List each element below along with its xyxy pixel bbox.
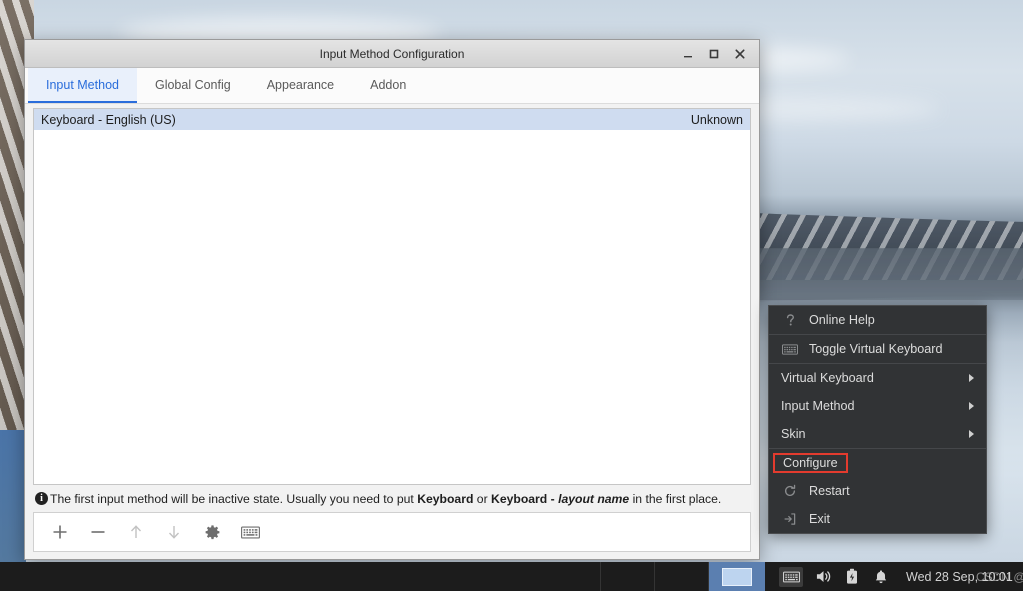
volume-tray-icon[interactable]: [814, 568, 832, 586]
task-cell[interactable]: [601, 562, 655, 591]
task-cell[interactable]: [547, 562, 601, 591]
hint-bold-keyboard: Keyboard: [417, 491, 474, 506]
tab-bar[interactable]: Input Method Global Config Appearance Ad…: [25, 68, 759, 104]
move-up-button[interactable]: [124, 520, 148, 544]
system-tray[interactable]: [779, 566, 890, 587]
notification-bell-icon[interactable]: [872, 568, 890, 586]
remove-input-method-button[interactable]: [86, 520, 110, 544]
arrow-down-icon: [164, 522, 184, 542]
virtual-keyboard-button[interactable]: [238, 520, 262, 544]
task-button-area[interactable]: [547, 562, 765, 591]
hint-text: i The first input method will be inactiv…: [33, 485, 751, 512]
taskbar-clock[interactable]: Wed 28 Sep, 10:01 CSDN @alfiyZha: [906, 569, 1023, 584]
keyboard-icon: [240, 525, 260, 540]
list-toolbar[interactable]: [33, 512, 751, 552]
window-title: Input Method Configuration: [319, 46, 465, 61]
keyboard-tray-icon[interactable]: [779, 566, 803, 587]
hint-mid: or: [473, 491, 492, 506]
menu-item-toggle-virtual-keyboard[interactable]: Toggle Virtual Keyboard: [769, 335, 986, 363]
chevron-right-icon: [969, 402, 974, 410]
workspace-active-box: [722, 567, 752, 586]
input-method-list[interactable]: Keyboard - English (US) Unknown: [33, 108, 751, 485]
keyboard-icon: [781, 341, 799, 357]
menu-item-exit-label: Exit: [809, 512, 830, 526]
configure-input-method-button[interactable]: [200, 520, 224, 544]
tab-global-config[interactable]: Global Config: [137, 68, 249, 103]
arrow-up-icon: [126, 522, 146, 542]
tab-appearance[interactable]: Appearance: [249, 68, 352, 103]
title-bar[interactable]: Input Method Configuration: [25, 40, 759, 68]
input-method-language: Unknown: [690, 112, 743, 127]
tab-addon-label: Addon: [370, 77, 407, 92]
menu-item-input-method[interactable]: Input Method: [769, 392, 986, 420]
question-mark-icon: [781, 312, 799, 328]
tab-content-panel: Keyboard - English (US) Unknown i The fi…: [25, 104, 759, 559]
workspace-pager[interactable]: [709, 562, 765, 591]
clock-text: Wed 28 Sep, 10:01: [906, 569, 1013, 584]
menu-item-input-method-label: Input Method: [781, 399, 855, 413]
chevron-right-icon: [969, 374, 974, 382]
input-method-name: Keyboard - English (US): [41, 112, 176, 127]
tab-addon[interactable]: Addon: [352, 68, 424, 103]
info-icon: i: [35, 492, 48, 505]
close-icon[interactable]: [732, 46, 748, 62]
plus-icon: [50, 522, 70, 542]
table-row[interactable]: Keyboard - English (US) Unknown: [34, 109, 750, 130]
taskbar[interactable]: Wed 28 Sep, 10:01 CSDN @alfiyZha: [0, 562, 1023, 591]
input-method-configuration-window[interactable]: Input Method Configuration Input Method …: [24, 39, 760, 560]
chevron-right-icon: [969, 430, 974, 438]
gear-icon: [204, 524, 221, 541]
menu-item-restart-label: Restart: [809, 484, 850, 498]
menu-item-configure-label: Configure: [773, 453, 848, 473]
menu-item-configure[interactable]: Configure: [769, 449, 986, 477]
add-input-method-button[interactable]: [48, 520, 72, 544]
tab-input-method[interactable]: Input Method: [28, 68, 137, 103]
hint-part1: The first input method will be inactive …: [50, 491, 418, 506]
refresh-icon: [781, 483, 799, 499]
tray-context-menu[interactable]: Online Help Toggle Virtual Keyboard Virt…: [768, 305, 987, 534]
maximize-icon[interactable]: [706, 46, 722, 62]
menu-item-online-help[interactable]: Online Help: [769, 306, 986, 334]
minimize-icon[interactable]: [680, 46, 696, 62]
menu-item-restart[interactable]: Restart: [769, 477, 986, 505]
tab-appearance-label: Appearance: [266, 77, 335, 92]
menu-item-toggle-virtual-keyboard-label: Toggle Virtual Keyboard: [809, 342, 943, 356]
hint-italic-layout-name: layout name: [558, 491, 630, 506]
hint-bold-keyboard-layout: Keyboard -: [491, 491, 559, 506]
window-controls[interactable]: [680, 46, 759, 62]
desktop: Input Method Configuration Input Method …: [0, 0, 1023, 591]
menu-item-skin-label: Skin: [781, 427, 806, 441]
task-cell[interactable]: [655, 562, 709, 591]
menu-item-virtual-keyboard-label: Virtual Keyboard: [781, 371, 874, 385]
battery-tray-icon[interactable]: [843, 568, 861, 586]
menu-item-exit[interactable]: Exit: [769, 505, 986, 533]
menu-item-online-help-label: Online Help: [809, 313, 875, 327]
move-down-button[interactable]: [162, 520, 186, 544]
hint-part2: in the first place.: [629, 491, 722, 506]
tab-input-method-label: Input Method: [46, 77, 119, 92]
minus-icon: [88, 522, 108, 542]
menu-item-skin[interactable]: Skin: [769, 420, 986, 448]
exit-icon: [781, 511, 799, 527]
menu-item-virtual-keyboard[interactable]: Virtual Keyboard: [769, 364, 986, 392]
foreground-water: [0, 430, 26, 562]
tab-global-config-label: Global Config: [154, 77, 231, 92]
